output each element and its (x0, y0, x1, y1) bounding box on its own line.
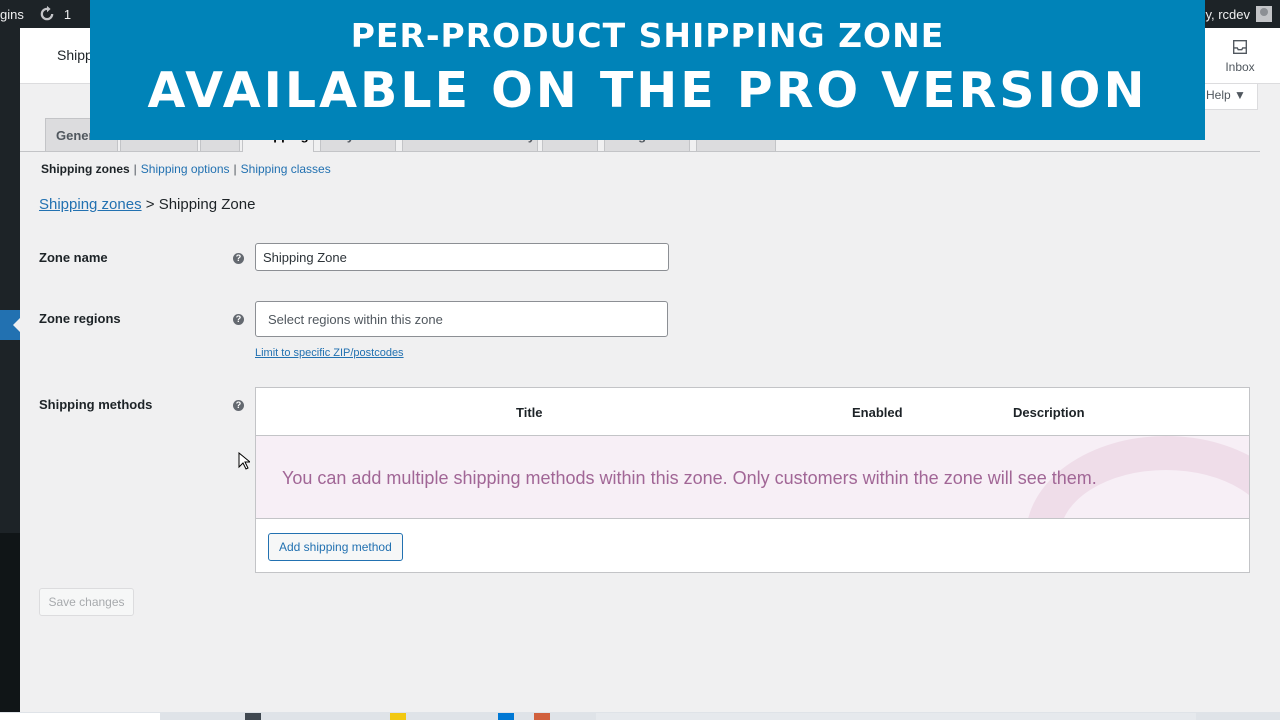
greeting-text: y, rcdev (1205, 6, 1250, 22)
help-tab-button[interactable]: Help ▼ (1196, 84, 1258, 110)
subnav-separator: | (133, 162, 137, 176)
help-icon[interactable]: ? (233, 253, 244, 264)
taskbar-app-icon[interactable] (245, 713, 261, 720)
shipping-subnav: Shipping zones | Shipping options | Ship… (41, 162, 331, 176)
taskbar-app-icon[interactable] (390, 713, 406, 720)
column-title: Title (516, 405, 543, 420)
banner-title: PER-PRODUCT SHIPPING ZONE (350, 16, 945, 55)
admin-menu-lower (0, 533, 20, 720)
banner-subtitle: AVAILABLE ON THE PRO VERSION (147, 62, 1148, 119)
avatar (1256, 6, 1272, 22)
os-taskbar (0, 712, 1280, 720)
admin-menu-active-item[interactable] (0, 310, 20, 340)
inbox-label: Inbox (1225, 60, 1255, 74)
pro-version-banner: PER-PRODUCT SHIPPING ZONE AVAILABLE ON T… (90, 0, 1205, 140)
updates-menu[interactable]: 1 (38, 5, 71, 23)
shipping-methods-table: Title Enabled Description You can add mu… (255, 387, 1250, 573)
breadcrumb-current: Shipping Zone (158, 196, 256, 213)
save-changes-button[interactable]: Save changes (39, 588, 134, 616)
updates-count: 1 (63, 6, 72, 22)
help-icon[interactable]: ? (233, 314, 244, 325)
add-shipping-method-button[interactable]: Add shipping method (268, 533, 403, 561)
breadcrumb-shipping-zones-link[interactable]: Shipping zones (39, 196, 142, 213)
zone-name-input[interactable] (255, 243, 669, 271)
column-description: Description (1013, 405, 1085, 420)
admin-bar-left: gins 1 (0, 0, 71, 28)
refresh-icon (40, 5, 54, 21)
breadcrumb-separator: > (145, 196, 155, 213)
inbox-button[interactable]: Inbox (1216, 38, 1264, 74)
column-enabled: Enabled (852, 405, 903, 420)
inbox-icon (1233, 40, 1247, 54)
zone-name-label: Zone name (39, 250, 108, 265)
table-header: Title Enabled Description (256, 388, 1249, 436)
limit-postcodes-link[interactable]: Limit to specific ZIP/postcodes (255, 347, 404, 359)
admin-menu (0, 28, 20, 720)
admin-bar-right[interactable]: y, rcdev (1205, 0, 1272, 28)
page-title: Shipp (57, 47, 93, 63)
plugins-menu[interactable]: gins (0, 7, 24, 22)
breadcrumb: Shipping zones > Shipping Zone (39, 196, 255, 213)
help-icon[interactable]: ? (233, 400, 244, 411)
taskbar-search[interactable] (0, 713, 160, 720)
table-footer: Add shipping method (256, 520, 1249, 573)
taskbar-app-icon[interactable] (498, 713, 514, 720)
subnav-separator: | (233, 162, 237, 176)
blank-state-message: You can add multiple shipping methods wi… (282, 468, 1097, 488)
zone-regions-label: Zone regions (39, 311, 121, 326)
blank-state-row: You can add multiple shipping methods wi… (256, 436, 1249, 519)
subnav-shipping-zones[interactable]: Shipping zones (41, 162, 130, 176)
subnav-shipping-classes[interactable]: Shipping classes (241, 162, 331, 176)
zone-regions-select[interactable]: Select regions within this zone (255, 301, 668, 337)
taskbar-app-icon[interactable] (534, 713, 550, 720)
shipping-methods-label: Shipping methods (39, 397, 153, 412)
mouse-cursor-icon (238, 452, 250, 470)
taskbar-running-apps (596, 713, 1196, 720)
subnav-shipping-options[interactable]: Shipping options (141, 162, 230, 176)
